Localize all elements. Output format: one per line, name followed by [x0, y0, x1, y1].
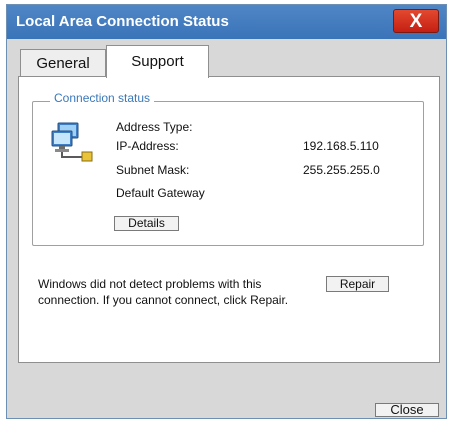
close-button[interactable]: Close	[375, 403, 439, 417]
title-bar[interactable]: Local Area Connection Status X	[7, 5, 446, 39]
subnet-mask-value: 255.255.255.0	[303, 163, 380, 177]
window-close-button[interactable]: X	[393, 9, 439, 33]
tab-support[interactable]: Support	[106, 45, 209, 78]
subnet-mask-label: Subnet Mask:	[116, 163, 190, 177]
details-button[interactable]: Details	[114, 216, 179, 231]
window-title: Local Area Connection Status	[16, 13, 229, 30]
connection-status-legend: Connection status	[50, 91, 155, 105]
address-type-label: Address Type:	[116, 120, 193, 134]
tab-general[interactable]: General	[20, 49, 106, 77]
ip-address-label: IP-Address:	[116, 139, 179, 153]
repair-button[interactable]: Repair	[326, 276, 389, 292]
network-connection-icon	[51, 122, 93, 162]
default-gateway-label: Default Gateway	[116, 186, 205, 200]
close-icon: X	[409, 11, 423, 32]
diagnostic-message: Windows did not detect problems with thi…	[38, 277, 289, 307]
ip-address-value: 192.168.5.110	[303, 139, 379, 153]
